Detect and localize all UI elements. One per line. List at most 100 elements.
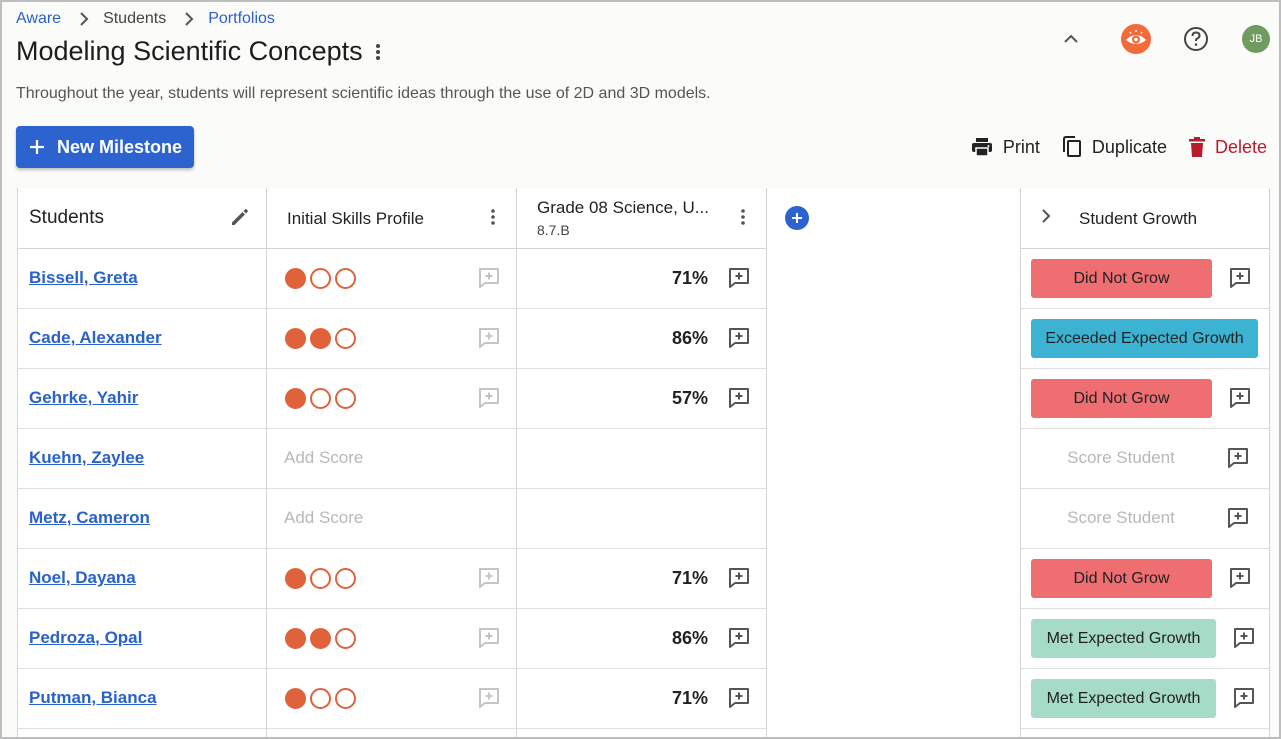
- add-comment-icon[interactable]: [1229, 267, 1251, 289]
- skill-dot: [335, 388, 356, 409]
- add-comment-icon[interactable]: [478, 327, 500, 349]
- grade-percent: 57%: [671, 388, 708, 408]
- chevron-right-icon: [184, 12, 194, 26]
- student-name-link[interactable]: Putman, Bianca: [29, 688, 157, 708]
- initial-skills-cell: [267, 369, 516, 429]
- add-comment-icon[interactable]: [1227, 447, 1249, 469]
- skill-dot: [335, 268, 356, 289]
- skill-level-dots[interactable]: [285, 688, 360, 709]
- add-comment-icon[interactable]: [478, 567, 500, 589]
- new-milestone-button[interactable]: New Milestone: [16, 126, 194, 168]
- student-growth-cell: Did Not Grow: [1021, 249, 1269, 309]
- user-avatar[interactable]: JB: [1239, 22, 1273, 56]
- kebab-icon[interactable]: [490, 208, 496, 226]
- students-header: Students: [18, 188, 266, 249]
- add-score-link[interactable]: Add Score: [284, 508, 363, 528]
- delete-icon: [1188, 137, 1205, 157]
- breadcrumb-portfolios[interactable]: Portfolios: [208, 10, 275, 28]
- add-comment-icon[interactable]: [1229, 387, 1251, 409]
- skill-dot: [285, 688, 306, 709]
- growth-badge[interactable]: Exceeded Expected Growth: [1031, 319, 1258, 358]
- student-cell: Putman, Bianca: [18, 669, 266, 729]
- kebab-icon[interactable]: [375, 42, 381, 62]
- add-comment-icon[interactable]: [478, 267, 500, 289]
- add-circle-icon[interactable]: [785, 206, 809, 230]
- student-cell: Noel, Dayana: [18, 549, 266, 609]
- plus-icon: [29, 139, 45, 155]
- student-cell: Metz, Cameron: [18, 489, 266, 549]
- student-name-link[interactable]: Kuehn, Zaylee: [29, 448, 144, 468]
- skill-level-dots[interactable]: [285, 568, 360, 589]
- grade-percent: 71%: [671, 568, 708, 588]
- add-comment-icon[interactable]: [1233, 687, 1255, 709]
- growth-badge[interactable]: Met Expected Growth: [1031, 679, 1216, 718]
- add-comment-icon[interactable]: [478, 387, 500, 409]
- student-name-link[interactable]: Noel, Dayana: [29, 568, 136, 588]
- skill-level-dots[interactable]: [285, 628, 360, 649]
- eye-icon[interactable]: [1119, 22, 1153, 56]
- grade-science-cell: [517, 489, 766, 549]
- breadcrumb-aware[interactable]: Aware: [16, 10, 61, 28]
- add-comment-icon[interactable]: [728, 567, 750, 589]
- add-comment-icon[interactable]: [728, 387, 750, 409]
- growth-badge[interactable]: Met Expected Growth: [1031, 619, 1216, 658]
- grade-percent: 71%: [671, 268, 708, 288]
- add-comment-icon[interactable]: [728, 327, 750, 349]
- skill-dot: [285, 568, 306, 589]
- growth-badge[interactable]: Did Not Grow: [1031, 379, 1212, 418]
- growth-badge[interactable]: Did Not Grow: [1031, 259, 1212, 298]
- grade-science-header: Grade 08 Science, U... 8.7.B: [517, 188, 766, 249]
- initial-skills-header: Initial Skills Profile: [267, 188, 516, 249]
- score-student-link[interactable]: Score Student: [1021, 508, 1221, 528]
- growth-badge[interactable]: Did Not Grow: [1031, 559, 1212, 598]
- score-student-link[interactable]: Score Student: [1021, 448, 1221, 468]
- student-name-link[interactable]: Bissell, Greta: [29, 268, 138, 288]
- pencil-icon[interactable]: [230, 207, 250, 227]
- student-cell: Kuehn, Zaylee: [18, 429, 266, 489]
- skill-level-dots[interactable]: [285, 388, 360, 409]
- initial-skills-header-label: Initial Skills Profile: [287, 209, 424, 228]
- grade-science-cell: [517, 429, 766, 489]
- student-name-link[interactable]: Gehrke, Yahir: [29, 388, 138, 408]
- add-comment-icon[interactable]: [728, 687, 750, 709]
- chevron-right-icon[interactable]: [1041, 208, 1051, 224]
- new-milestone-label: New Milestone: [57, 136, 183, 157]
- add-comment-icon[interactable]: [478, 687, 500, 709]
- skill-level-dots[interactable]: [285, 328, 360, 349]
- student-name-link[interactable]: Cade, Alexander: [29, 328, 162, 348]
- print-icon: [971, 138, 992, 157]
- print-button[interactable]: Print: [971, 137, 1040, 158]
- student-growth-cell: Met Expected Growth: [1021, 609, 1269, 669]
- skill-dot: [335, 328, 356, 349]
- skill-dot: [310, 688, 331, 709]
- add-comment-icon[interactable]: [1229, 567, 1251, 589]
- breadcrumb-students[interactable]: Students: [103, 10, 166, 28]
- add-comment-icon[interactable]: [1227, 507, 1249, 529]
- add-score-link[interactable]: Add Score: [284, 448, 363, 468]
- add-comment-icon[interactable]: [728, 267, 750, 289]
- chevron-up-icon[interactable]: [1054, 22, 1088, 56]
- skill-dot: [310, 568, 331, 589]
- skill-dot: [285, 388, 306, 409]
- duplicate-icon: [1062, 136, 1081, 157]
- kebab-icon[interactable]: [740, 208, 746, 226]
- add-comment-icon[interactable]: [478, 627, 500, 649]
- chevron-right-icon: [79, 12, 89, 26]
- delete-label: Delete: [1214, 136, 1267, 157]
- grade-science-cell: 57%: [517, 369, 766, 429]
- duplicate-button[interactable]: Duplicate: [1062, 136, 1167, 158]
- student-name-link[interactable]: Pedroza, Opal: [29, 628, 142, 648]
- add-comment-icon[interactable]: [728, 627, 750, 649]
- add-comment-icon[interactable]: [1233, 627, 1255, 649]
- grade-percent: 86%: [671, 328, 708, 348]
- skill-dot: [335, 688, 356, 709]
- initial-skills-column: Initial Skills Profile Add Score Add Scor…: [267, 188, 517, 739]
- student-name-link[interactable]: Metz, Cameron: [29, 508, 150, 528]
- help-icon[interactable]: [1179, 22, 1213, 56]
- skill-level-dots[interactable]: [285, 268, 360, 289]
- skill-dot: [335, 628, 356, 649]
- skill-dot: [310, 628, 331, 649]
- grade-percent: 86%: [671, 628, 708, 648]
- delete-button[interactable]: Delete: [1188, 136, 1267, 158]
- students-header-label: Students: [29, 207, 104, 228]
